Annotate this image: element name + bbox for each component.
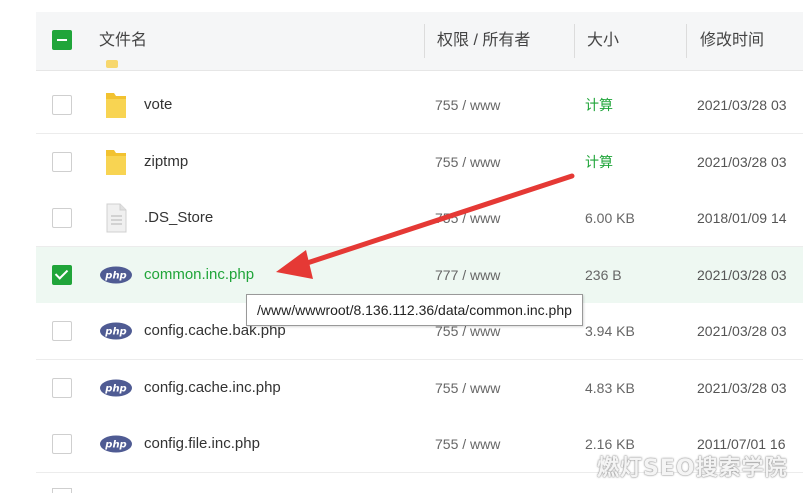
file-name-link[interactable]: common.inc.php	[144, 247, 254, 303]
permission-owner[interactable]: 755 / www	[435, 416, 500, 472]
file-size: 3.94 KB	[585, 323, 635, 339]
permission-owner[interactable]: 755 / www	[435, 190, 500, 246]
watermark-logo: 燃灯SEO搜索学院	[597, 456, 788, 481]
modified-time: 2021/03/28 03	[697, 266, 787, 283]
column-header-permission[interactable]: 权限 / 所有者	[437, 12, 530, 70]
table-row[interactable]: php config.cache.inc.php 755 / www 4.83 KB 2…	[36, 359, 803, 417]
php-icon[interactable]: php	[100, 315, 132, 347]
calculate-size-link[interactable]: 计算	[585, 77, 613, 133]
svg-text:php: php	[104, 383, 126, 394]
folder-icon[interactable]	[100, 146, 132, 178]
file-name-link[interactable]: config.cache.inc.php	[144, 360, 281, 416]
row-checkbox[interactable]	[52, 434, 72, 454]
permission-owner[interactable]: 755 / www	[435, 134, 500, 190]
column-header-size[interactable]: 大小	[587, 12, 619, 70]
column-divider	[424, 24, 425, 58]
svg-text:php: php	[104, 270, 126, 281]
file-name-link[interactable]: .DS_Store	[144, 190, 213, 246]
file-size: 4.83 KB	[585, 379, 635, 396]
file-name-link[interactable]: vote	[144, 77, 172, 133]
column-divider	[686, 24, 687, 58]
row-checkbox[interactable]	[52, 488, 72, 493]
row-checkbox[interactable]	[52, 208, 72, 228]
file-icon[interactable]	[100, 202, 132, 234]
row-checkbox[interactable]	[52, 95, 72, 115]
modified-time: 2018/01/09 14	[697, 210, 787, 226]
file-size: 6.00 KB	[585, 210, 635, 226]
column-header-mtime[interactable]: 修改时间	[700, 12, 764, 70]
row-checkbox[interactable]	[52, 321, 72, 341]
svg-text:php: php	[104, 327, 126, 338]
table-row[interactable]	[36, 485, 803, 493]
modified-time: 2021/03/28 03	[697, 153, 787, 170]
file-name-link[interactable]: ziptmp	[144, 134, 188, 190]
select-all-checkbox[interactable]	[52, 30, 72, 50]
php-icon[interactable]: php	[100, 259, 132, 291]
permission-owner[interactable]: 755 / www	[435, 360, 500, 416]
modified-time: 2021/03/28 03	[697, 97, 787, 113]
folder-icon	[106, 60, 118, 68]
row-checkbox[interactable]	[52, 151, 72, 172]
file-name-link[interactable]: config.file.inc.php	[144, 416, 260, 472]
table-row[interactable]: .DS_Store 755 / www 6.00 KB 2018/01/09 14	[36, 190, 803, 247]
path-tooltip: /www/wwwroot/8.136.112.36/data/common.in…	[246, 294, 583, 326]
column-divider	[574, 24, 575, 58]
table-row[interactable]: vote 755 / www 计算 2021/03/28 03	[36, 77, 803, 134]
php-icon[interactable]: php	[100, 372, 132, 404]
modified-time: 2021/03/28 03	[697, 323, 787, 339]
modified-time: 2021/03/28 03	[697, 379, 787, 396]
php-icon[interactable]: php	[100, 428, 132, 460]
file-table-header: 文件名 权限 / 所有者 大小 修改时间	[36, 12, 803, 71]
calculate-size-link[interactable]: 计算	[585, 134, 613, 190]
svg-text:php: php	[104, 440, 126, 451]
folder-icon[interactable]	[100, 89, 132, 121]
table-row[interactable]: ziptmp 755 / www 计算 2021/03/28 03	[36, 133, 803, 191]
permission-owner[interactable]: 755 / www	[435, 77, 500, 133]
file-size: 236 B	[585, 266, 622, 283]
row-checkbox[interactable]	[52, 264, 72, 285]
row-checkbox[interactable]	[52, 377, 72, 398]
